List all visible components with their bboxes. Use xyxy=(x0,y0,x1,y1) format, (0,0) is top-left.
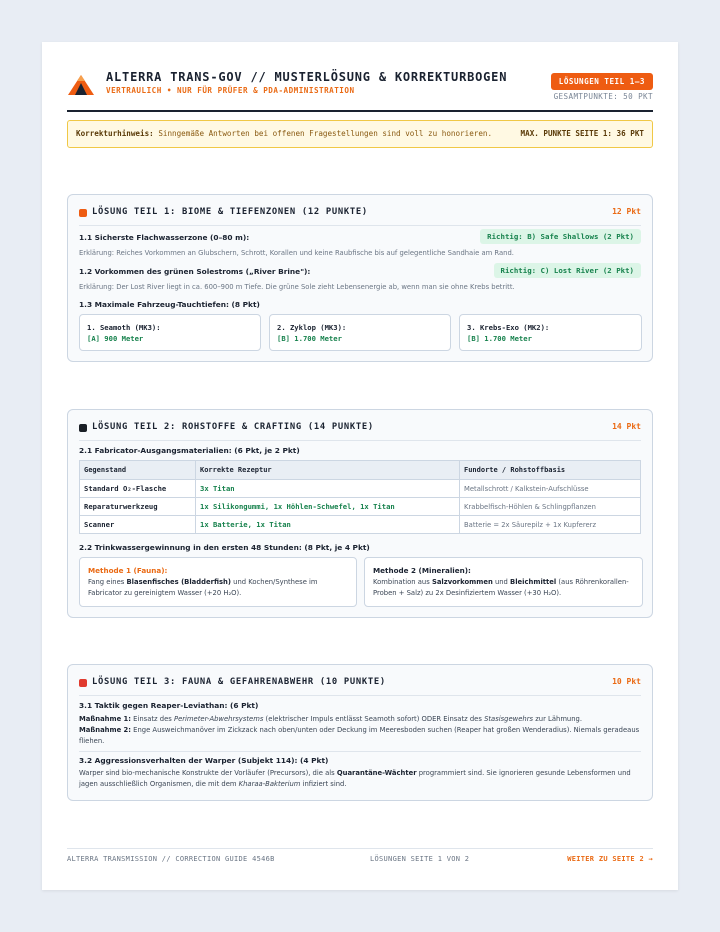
table-row: Standard O₂-Flasche 3x Titan Metallschro… xyxy=(79,479,641,498)
depth-card-title: 1. Seamoth (MK3): xyxy=(87,323,161,332)
cell-source: Batterie = 2x Säurepilz + 1x Kupfererz xyxy=(459,515,641,534)
column-header: Gegenstand xyxy=(79,460,196,480)
measure-1: Maßnahme 1: Einsatz des Perimeter-Abwehr… xyxy=(79,715,583,723)
depth-card-title: 3. Krebs-Exo (MK2): xyxy=(467,323,550,332)
method-title: Methode 2 (Mineralien): xyxy=(373,566,471,575)
footer-divider xyxy=(67,848,653,849)
cell-source: Krabbelfisch-Höhlen & Schlingpflanzen xyxy=(459,497,641,516)
notice-max-points: MAX. PUNKTE SEITE 1: 36 PKT xyxy=(520,129,644,138)
question-1-3: 1.3 Maximale Fahrzeug-Tauchtiefen: (8 Pk… xyxy=(79,300,260,309)
notice-text: Sinngemäße Antworten bei offenen Fragest… xyxy=(158,129,493,138)
depth-card-krebs-exo: 3. Krebs-Exo (MK2): [B] 1.700 Meter xyxy=(459,314,642,351)
depth-card-value: [A] 900 Meter xyxy=(87,334,144,343)
section-title: LÖSUNG TEIL 1: BIOME & TIEFENZONEN (12 P… xyxy=(92,207,368,217)
question-2-1: 2.1 Fabricator-Ausgangsmaterialien: (6 P… xyxy=(79,446,300,455)
depth-card-value: [B] 1.700 Meter xyxy=(467,334,532,343)
depth-card-zyklop: 2. Zyklop (MK3): [B] 1.700 Meter xyxy=(269,314,451,351)
footer-left: ALTERRA TRANSMISSION // CORRECTION GUIDE… xyxy=(67,855,275,863)
table-header-row: Gegenstand Korrekte Rezeptur Fundorte / … xyxy=(79,460,641,480)
section-divider xyxy=(79,695,641,696)
section-marker-icon xyxy=(79,679,87,687)
cell-item: Reparaturwerkzeug xyxy=(79,497,196,516)
column-header: Korrekte Rezeptur xyxy=(195,460,460,480)
solutions-badge: LÖSUNGEN TEIL 1–3 xyxy=(550,73,653,90)
subsection-divider xyxy=(79,751,641,752)
explanation-1-2: Erklärung: Der Lost River liegt in ca. 6… xyxy=(79,283,515,291)
section-marker-icon xyxy=(79,209,87,217)
question-1-1: 1.1 Sicherste Flachwasserzone (0–80 m): xyxy=(79,233,250,242)
question-2-2: 2.2 Trinkwassergewinnung in den ersten 4… xyxy=(79,543,370,552)
document-header: ALTERRA TRANS-GOV // MUSTERLÖSUNG & KORR… xyxy=(67,70,653,112)
cell-recipe: 3x Titan xyxy=(195,479,460,498)
table-row: Scanner 1x Batterie, 1x Titan Batterie =… xyxy=(79,515,641,534)
alterra-logo-icon xyxy=(68,75,94,95)
method-title: Methode 1 (Fauna): xyxy=(88,566,168,575)
section-divider xyxy=(79,440,641,441)
method-box-fauna: Methode 1 (Fauna): Fang eines Blasenfisc… xyxy=(79,557,357,607)
document-page: ALTERRA TRANS-GOV // MUSTERLÖSUNG & KORR… xyxy=(42,42,678,890)
next-page-link[interactable]: WEITER ZU SEITE 2 → xyxy=(567,855,653,863)
section-title: LÖSUNG TEIL 3: FAUNA & GEFAHRENABWEHR (1… xyxy=(92,677,386,687)
cell-recipe: 1x Batterie, 1x Titan xyxy=(195,515,460,534)
method-text: Kombination aus Salzvorkommen und Bleich… xyxy=(373,578,629,597)
document-title: ALTERRA TRANS-GOV // MUSTERLÖSUNG & KORR… xyxy=(106,70,508,84)
recipe-table: Gegenstand Korrekte Rezeptur Fundorte / … xyxy=(79,460,641,534)
header-divider xyxy=(67,110,653,112)
section-points: 14 Pkt xyxy=(612,422,641,431)
total-points: GESAMTPUNKTE: 50 PKT xyxy=(553,92,653,101)
section-divider xyxy=(79,225,641,226)
question-3-2: 3.2 Aggressionsverhalten der Warper (Sub… xyxy=(79,756,329,765)
correction-notice: Korrekturhinweis: Sinngemäße Antworten b… xyxy=(67,120,653,148)
table-row: Reparaturwerkzeug 1x Silikongummi, 1x Hö… xyxy=(79,497,641,516)
section-points: 12 Pkt xyxy=(612,207,641,216)
document-subtitle: VERTRAULICH • NUR FÜR PRÜFER & PDA-ADMIN… xyxy=(106,86,355,95)
question-3-1: 3.1 Taktik gegen Reaper-Leviathan: (6 Pk… xyxy=(79,701,259,710)
cell-recipe: 1x Silikongummi, 1x Höhlen-Schwefel, 1x … xyxy=(195,497,460,516)
answer-badge-1-1: Richtig: B) Safe Shallows (2 Pkt) xyxy=(480,229,641,244)
warper-text: Warper sind bio-mechanische Konstrukte d… xyxy=(79,769,631,788)
cell-item: Scanner xyxy=(79,515,196,534)
section-title: LÖSUNG TEIL 2: ROHSTOFFE & CRAFTING (14 … xyxy=(92,422,374,432)
cell-item: Standard O₂-Flasche xyxy=(79,479,196,498)
explanation-1-1: Erklärung: Reiches Vorkommen an Glubsche… xyxy=(79,249,514,257)
column-header: Fundorte / Rohstoffbasis xyxy=(459,460,641,480)
depth-card-value: [B] 1.700 Meter xyxy=(277,334,342,343)
notice-label: Korrekturhinweis: xyxy=(76,129,154,138)
method-box-minerals: Methode 2 (Mineralien): Kombination aus … xyxy=(364,557,643,607)
section-biomes: LÖSUNG TEIL 1: BIOME & TIEFENZONEN (12 P… xyxy=(67,194,653,362)
section-marker-icon xyxy=(79,424,87,432)
cell-source: Metallschrott / Kalkstein-Aufschlüsse xyxy=(459,479,641,498)
measure-2: Maßnahme 2: Enge Ausweichmanöver im Zick… xyxy=(79,726,640,745)
section-resources: LÖSUNG TEIL 2: ROHSTOFFE & CRAFTING (14 … xyxy=(67,409,653,618)
footer-page: LÖSUNGEN SEITE 1 VON 2 xyxy=(370,855,470,863)
answer-badge-1-2: Richtig: C) Lost River (2 Pkt) xyxy=(493,263,641,278)
depth-card-seamoth: 1. Seamoth (MK3): [A] 900 Meter xyxy=(79,314,261,351)
depth-card-title: 2. Zyklop (MK3): xyxy=(277,323,347,332)
section-points: 10 Pkt xyxy=(612,677,641,686)
section-fauna: LÖSUNG TEIL 3: FAUNA & GEFAHRENABWEHR (1… xyxy=(67,664,653,801)
question-1-2: 1.2 Vorkommen des grünen Solestroms („Ri… xyxy=(79,267,311,276)
method-text: Fang eines Blasenfisches (Bladderfish) u… xyxy=(88,578,318,597)
